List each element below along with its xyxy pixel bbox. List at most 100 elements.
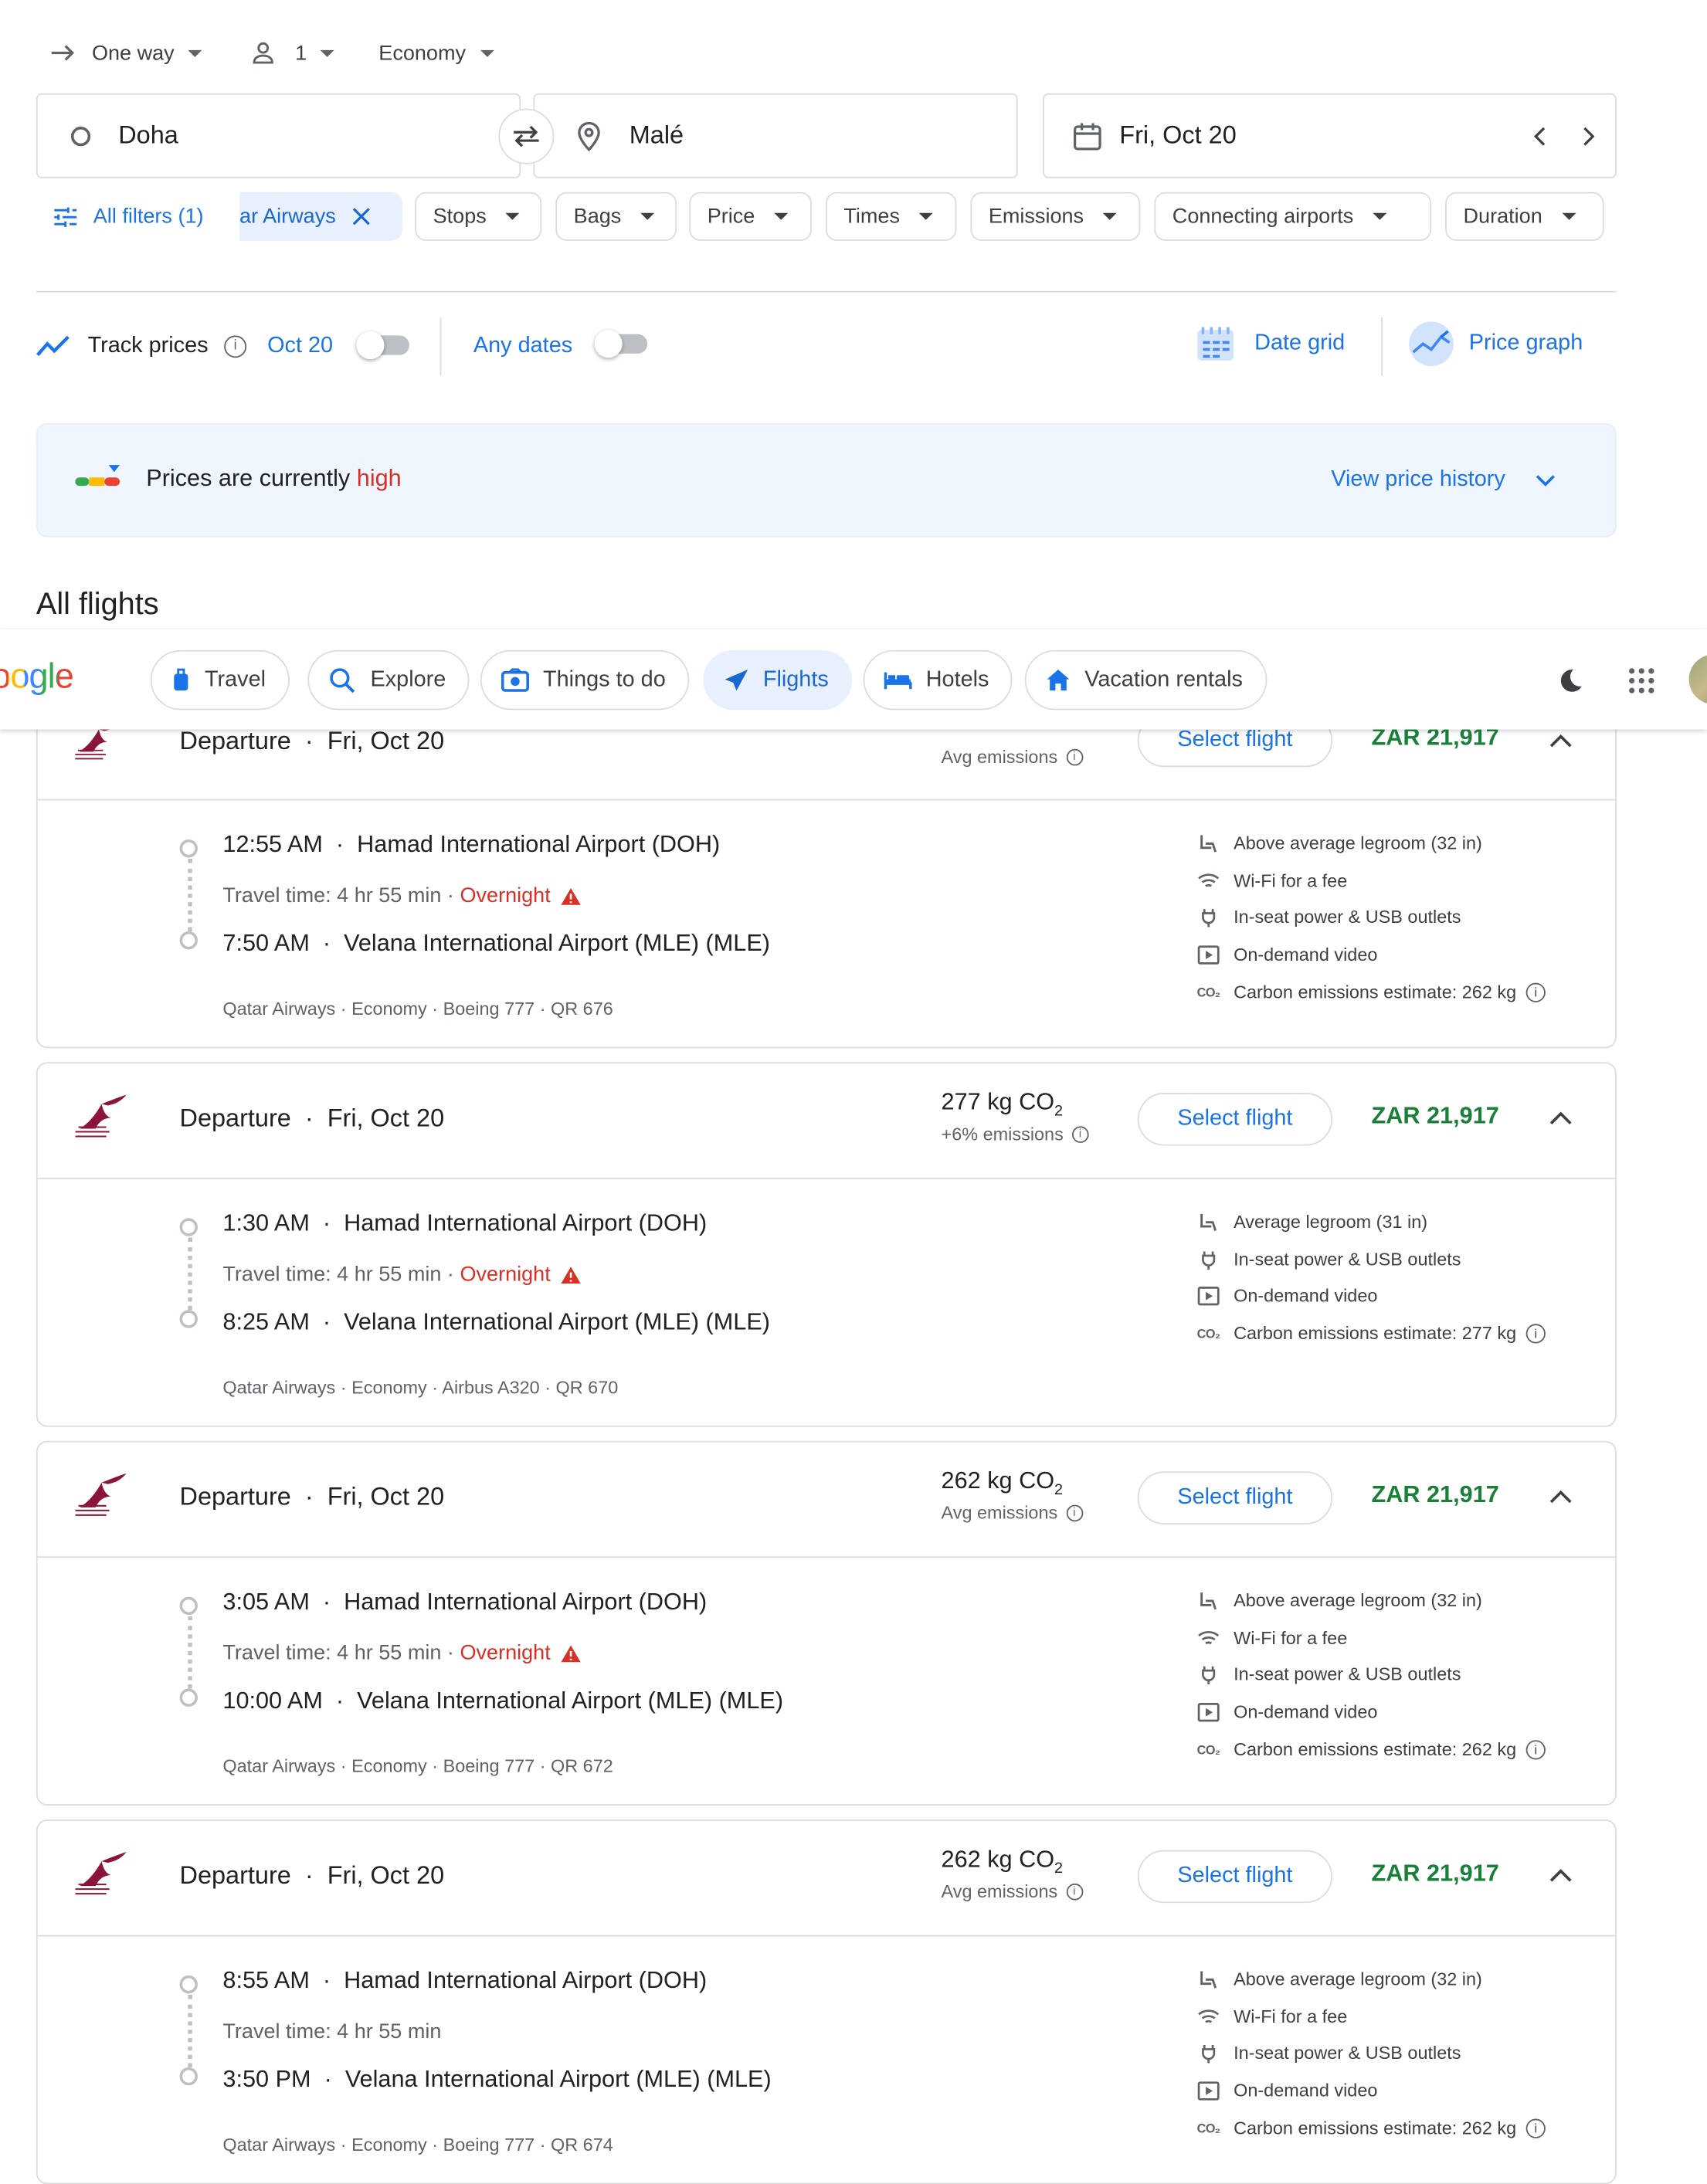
origin-circle-icon [70, 126, 91, 146]
previous-date-button[interactable] [1523, 120, 1556, 153]
select-flight-button[interactable]: Select flight [1137, 1471, 1333, 1524]
nav-vacation-rentals[interactable]: Vacation rentals [1024, 649, 1267, 710]
stops-filter[interactable]: Stops [415, 192, 542, 241]
nav-things-to-do[interactable]: Things to do [480, 649, 690, 710]
wifi-icon [1196, 871, 1220, 890]
departure-dot [179, 839, 198, 858]
swap-button[interactable] [498, 108, 555, 164]
wifi-icon [1196, 2006, 1220, 2026]
power-plug-icon [1196, 907, 1220, 927]
price-filter[interactable]: Price [689, 192, 812, 241]
logo-text: oogle [0, 657, 74, 696]
bed-icon [884, 671, 912, 689]
origin-field[interactable]: Doha [36, 93, 521, 178]
qatar-airways-logo-icon [75, 1473, 127, 1516]
tune-icon [54, 206, 77, 226]
info-icon[interactable]: i [1525, 982, 1546, 1002]
info-icon[interactable]: i [1525, 1739, 1546, 1759]
amenity-text: In-seat power & USB outlets [1234, 1248, 1461, 1270]
chevron-up-icon[interactable] [1549, 1111, 1572, 1124]
passengers-select[interactable]: 1 [250, 31, 335, 76]
dark-mode-icon[interactable] [1556, 666, 1584, 694]
info-icon[interactable]: i [1066, 1883, 1083, 1900]
flight-card-header[interactable]: Departure · Fri, Oct 20 262 kg CO2 Avg e… [37, 1442, 1616, 1558]
info-icon[interactable]: i [224, 335, 247, 358]
flight-card-header[interactable]: Departure · Fri, Oct 20 262 kg CO2 Avg e… [37, 1821, 1616, 1937]
nav-vacation-rentals-label: Vacation rentals [1084, 667, 1243, 691]
track-date-label: Oct 20 [267, 334, 334, 358]
arrival-dot [179, 931, 198, 950]
destination-value: Malé [629, 120, 684, 149]
cabin-class-select[interactable]: Economy [378, 31, 494, 76]
google-logo[interactable]: oogle [0, 657, 74, 697]
info-icon[interactable]: i [1066, 1504, 1083, 1521]
flight-details: Qatar Airways · Economy · Boeing 777 · Q… [222, 2134, 613, 2155]
flight-details: Qatar Airways · Economy · Airbus A320 · … [222, 1376, 619, 1398]
date-grid-button[interactable]: Date grid [1195, 323, 1345, 365]
apps-grid-icon[interactable] [1627, 666, 1655, 694]
overnight-label: Overnight [460, 1262, 551, 1287]
top-navigation-bar: oogle Travel Explore Things to do Flight… [0, 629, 1707, 730]
price-graph-label: Price graph [1468, 331, 1583, 355]
amenity-text: On-demand video [1234, 1284, 1378, 1306]
view-price-history-link[interactable]: View price history [1331, 467, 1556, 493]
avatar[interactable] [1688, 654, 1707, 705]
departure-time: 3:05 AM [222, 1588, 310, 1616]
emissions-filter[interactable]: Emissions [970, 192, 1141, 241]
bags-filter[interactable]: Bags [555, 192, 677, 241]
trip-type-label: One way [91, 41, 175, 65]
chevron-up-icon[interactable] [1549, 1490, 1572, 1504]
flight-details: Qatar Airways · Economy · Boeing 777 · Q… [222, 1755, 613, 1777]
nav-hotels[interactable]: Hotels [863, 649, 1013, 710]
close-icon[interactable] [352, 208, 371, 226]
view-price-history-label: View price history [1331, 467, 1505, 492]
airline-filter-chip[interactable]: ar Airways [239, 192, 402, 241]
all-filters-label: All filters (1) [93, 204, 204, 229]
emissions-note: Avg emissions [941, 1880, 1058, 1902]
nav-flights[interactable]: Flights [703, 649, 853, 710]
caret-down-icon [1373, 212, 1387, 220]
chevron-up-icon[interactable] [1549, 1868, 1572, 1882]
times-filter[interactable]: Times [825, 192, 957, 241]
arrival-time: 10:00 AM [222, 1687, 323, 1714]
amenity-text: Carbon emissions estimate: 262 kg [1234, 2117, 1517, 2138]
departure-label: Departure [179, 726, 291, 755]
trip-type-select[interactable]: One way [50, 31, 202, 76]
price-graph-button[interactable]: Price graph [1407, 320, 1583, 368]
any-dates-toggle[interactable] [594, 330, 648, 358]
co2-icon: CO₂ [1196, 985, 1220, 999]
arrival-airport: Velana International Airport (MLE) (MLE) [344, 1308, 771, 1335]
warning-icon [562, 1266, 582, 1284]
flight-card-header[interactable]: Departure · Fri, Oct 20 277 kg CO2 +6% e… [37, 1063, 1616, 1179]
trending-icon [36, 335, 70, 357]
flight-price: ZAR 21,917 [1371, 1480, 1499, 1508]
connecting-airports-filter[interactable]: Connecting airports [1154, 192, 1432, 241]
nav-travel[interactable]: Travel [150, 649, 290, 710]
caret-down-icon [774, 212, 789, 220]
info-icon[interactable]: i [1525, 2118, 1546, 2138]
swap-arrows-icon [514, 125, 539, 148]
departure-airport: Hamad International Airport (DOH) [344, 1588, 708, 1616]
cabin-class-label: Economy [378, 41, 467, 65]
nav-travel-label: Travel [204, 667, 266, 691]
all-filters-button[interactable]: All filters (1) [53, 192, 204, 241]
price-level-value: high [356, 465, 402, 492]
divider [439, 317, 442, 376]
amenity-text: Wi-Fi for a fee [1234, 1627, 1348, 1649]
next-date-button[interactable] [1572, 120, 1605, 153]
info-icon[interactable]: i [1525, 1323, 1546, 1343]
destination-field[interactable]: Malé [533, 93, 1018, 178]
amenity-text: In-seat power & USB outlets [1234, 1663, 1461, 1685]
duration-filter[interactable]: Duration [1445, 192, 1604, 241]
select-flight-button[interactable]: Select flight [1137, 1850, 1333, 1904]
departure-airport: Hamad International Airport (DOH) [344, 1209, 708, 1236]
chevron-up-icon[interactable] [1549, 734, 1572, 748]
warning-icon [562, 1644, 582, 1662]
amenity-text: Carbon emissions estimate: 262 kg [1234, 981, 1517, 1002]
select-flight-button[interactable]: Select flight [1137, 1093, 1333, 1146]
info-icon[interactable]: i [1066, 748, 1083, 765]
track-date-toggle[interactable] [356, 331, 409, 360]
nav-explore[interactable]: Explore [307, 649, 470, 710]
info-icon[interactable]: i [1071, 1125, 1089, 1143]
caret-down-icon [1103, 212, 1118, 220]
